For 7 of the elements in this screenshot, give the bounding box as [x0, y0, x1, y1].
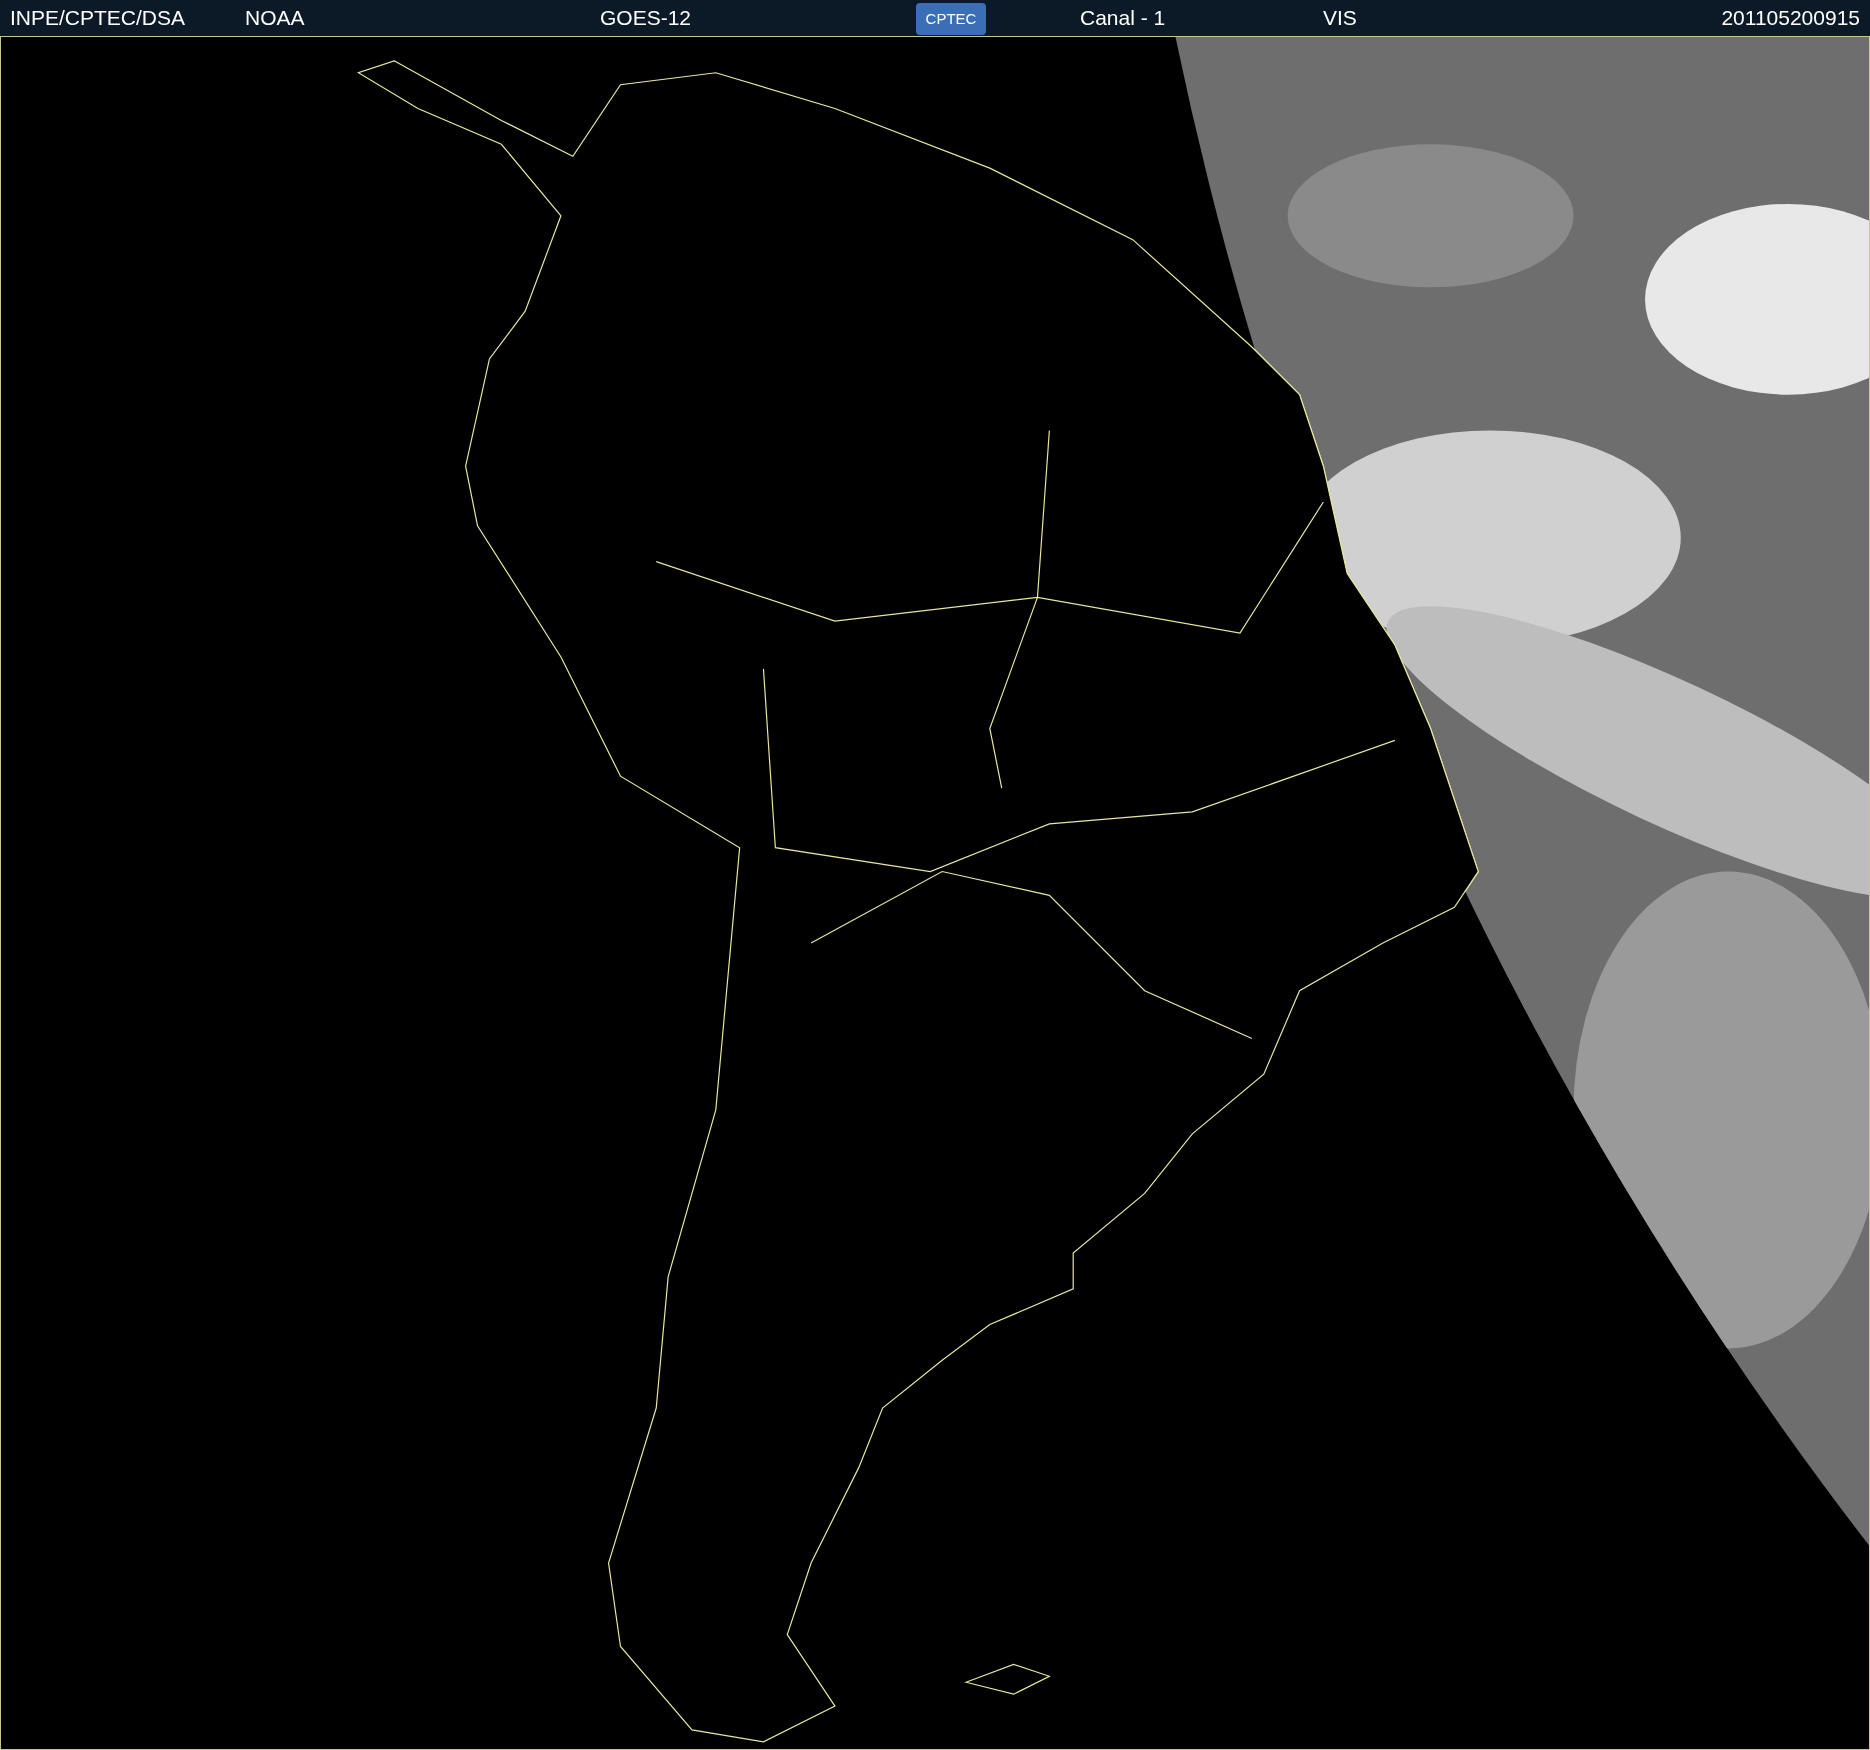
header-label: GOES-12 — [600, 6, 692, 30]
header-label: NOAA — [245, 6, 305, 30]
logo: CPTEC — [916, 3, 986, 35]
timestamp: 201105200915 — [1721, 5, 1860, 32]
channel-label: Canal - 1 — [1080, 6, 1166, 30]
band-label: VIS — [1323, 5, 1357, 32]
header-label: INPE/CPTEC/DSA — [10, 6, 186, 30]
